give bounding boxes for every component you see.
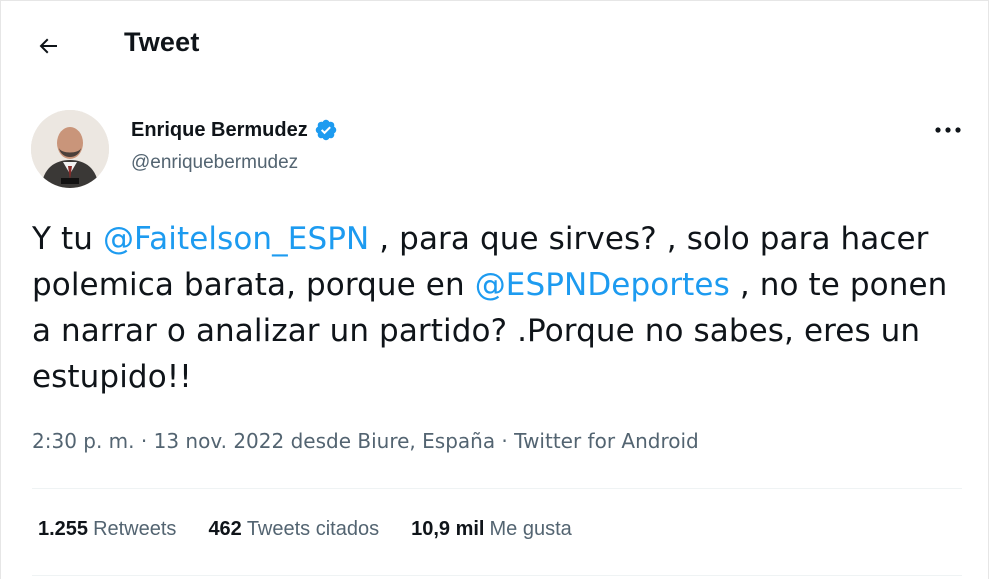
more-options-icon [935,127,961,133]
author-name[interactable]: Enrique Bermudez [131,119,308,142]
tweet-meta: 2:30 p. m. · 13 nov. 2022 desde Biure, E… [32,429,699,453]
quote-tweets-stat[interactable]: 462 Tweets citados [208,518,379,541]
more-options-button[interactable] [928,116,968,144]
likes-count: 10,9 mil [411,518,485,540]
retweets-count: 1.255 [38,518,89,540]
tweet-date[interactable]: 13 nov. 2022 [154,429,285,453]
retweets-stat[interactable]: 1.255 Retweets [38,518,176,541]
meta-separator: · [134,429,154,453]
arrow-left-icon [39,38,57,54]
retweets-label: Retweets [93,518,177,540]
author-name-row[interactable]: Enrique Bermudez [131,118,338,142]
quote-tweets-count: 462 [208,518,242,540]
header: Tweet [0,0,989,90]
avatar-image [31,110,109,188]
tweet-location[interactable]: Biure, España [357,429,495,453]
author-handle[interactable]: @enriquebermudez [131,152,298,174]
tweet-text-segment: Y tu [32,221,103,257]
location-prefix: desde [284,429,358,453]
quote-tweets-label: Tweets citados [246,518,380,540]
divider [32,575,962,576]
mention-link[interactable]: @ESPNDeportes [475,267,730,303]
likes-label: Me gusta [489,518,572,540]
page-title: Tweet [124,27,200,57]
meta-separator: · [495,429,515,453]
tweet-source[interactable]: Twitter for Android [514,429,699,453]
tweet-stats: 1.255 Retweets 462 Tweets citados 10,9 m… [38,518,604,541]
tweet-text: Y tu @Faitelson_ESPN , para que sirves? … [32,216,952,400]
tweet-time[interactable]: 2:30 p. m. [32,429,135,453]
avatar[interactable] [31,110,109,188]
back-button[interactable] [30,28,66,64]
divider [32,488,962,489]
verified-badge-icon [315,119,336,141]
mention-link[interactable]: @Faitelson_ESPN [103,221,369,257]
likes-stat[interactable]: 10,9 mil Me gusta [411,518,572,541]
